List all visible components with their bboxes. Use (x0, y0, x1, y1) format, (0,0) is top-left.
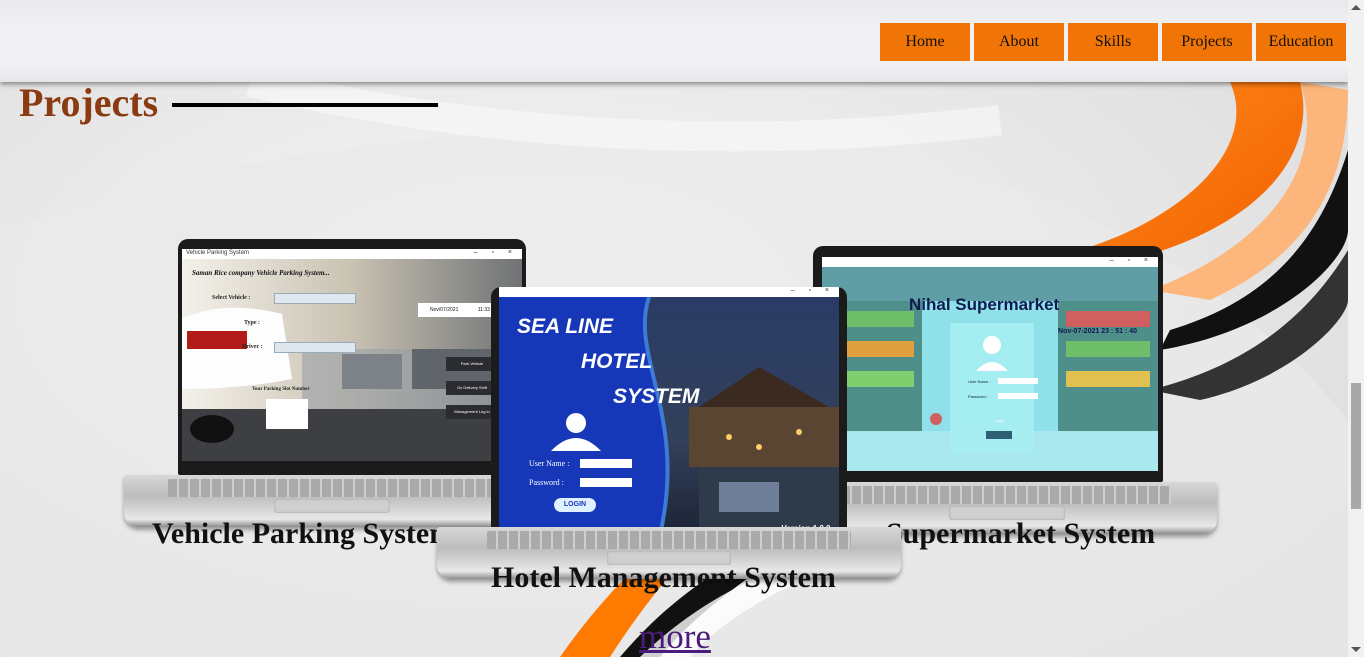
more-projects-link[interactable]: more (639, 617, 711, 657)
site-header: Home About Skills Projects Education (0, 0, 1348, 82)
project-screenshot-hotel: – ▫ × SEA LINE HOTEL SYSTEM User Name: … (499, 287, 839, 539)
nav-projects-button[interactable]: Projects (1162, 23, 1252, 61)
nav-home-button[interactable]: Home (880, 23, 970, 61)
nav-education-button[interactable]: Education (1256, 23, 1346, 61)
nav-about-button[interactable]: About (974, 23, 1064, 61)
scroll-up-arrow-icon[interactable] (1351, 5, 1361, 10)
project-caption-vehicle-parking[interactable]: Vehicle Parking System (152, 517, 454, 551)
section-heading: Projects (19, 79, 439, 126)
main-nav: Home About Skills Projects Education (880, 23, 1346, 61)
nav-skills-button[interactable]: Skills (1068, 23, 1158, 61)
user-avatar-icon (551, 413, 601, 451)
scroll-thumb[interactable] (1351, 383, 1361, 509)
title-underline (172, 102, 439, 107)
page-scrollbar[interactable] (1348, 0, 1364, 657)
scroll-down-arrow-icon[interactable] (1351, 647, 1361, 652)
project-caption-supermarket[interactable]: Supermarket System (886, 517, 1155, 551)
project-caption-hotel[interactable]: Hotel Management System (491, 561, 836, 595)
laptop-lid: – ▫ × SEA LINE HOTEL SYSTEM User Name: … (491, 287, 847, 539)
section-title: Projects (19, 80, 159, 125)
project-card-hotel[interactable]: – ▫ × SEA LINE HOTEL SYSTEM User Name: … (437, 287, 901, 585)
